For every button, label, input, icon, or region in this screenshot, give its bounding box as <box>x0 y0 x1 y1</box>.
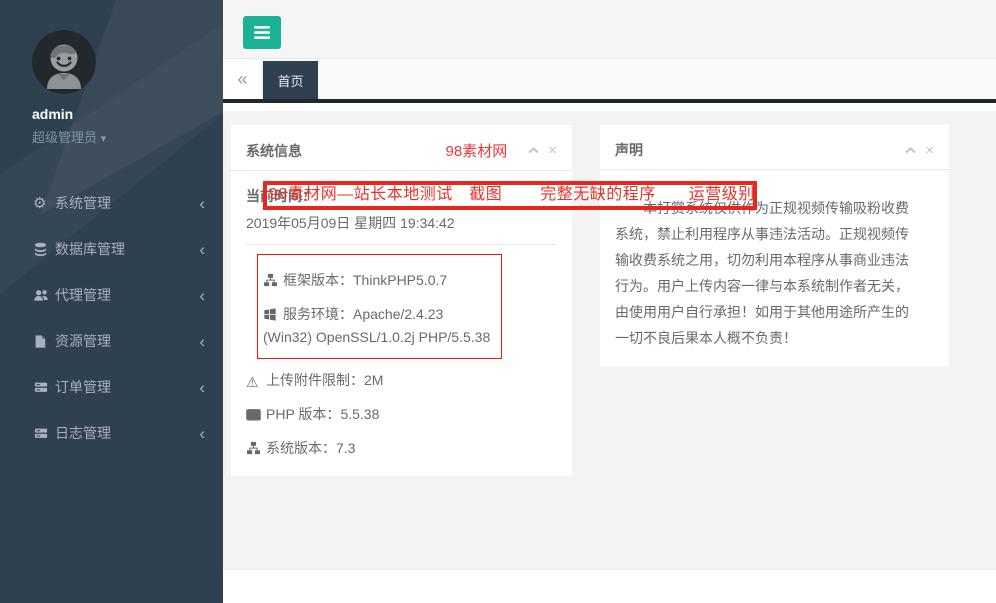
panel-system-info: 系统信息 98素材网 × 当前时间： 2019年05月09日 星期四 19:34… <box>231 125 572 476</box>
hamburger-icon <box>254 26 270 39</box>
chevron-left-icon: ‹ <box>199 195 205 212</box>
panel-header: 系统信息 98素材网 × <box>231 125 572 171</box>
sidebar-item-label: 数据库管理 <box>55 239 199 259</box>
sidebar-item-logs[interactable]: 日志管理 ‹ <box>0 410 223 456</box>
chevron-left-icon: ‹ <box>199 287 205 304</box>
info-value: 5.5.38 <box>340 406 379 422</box>
sidebar-item-label: 订单管理 <box>55 377 199 397</box>
sidebar-item-resources[interactable]: 资源管理 ‹ <box>0 318 223 364</box>
system-info-body: 当前时间： 2019年05月09日 星期四 19:34:42 框架版本：Thin… <box>231 171 572 476</box>
users-icon <box>33 288 55 303</box>
sidebar-item-system[interactable]: ⚙ 系统管理 ‹ <box>0 180 223 226</box>
file-icon <box>33 334 55 349</box>
credit-card-icon <box>246 406 266 427</box>
info-row-version: 系统版本：7.3 <box>246 438 557 461</box>
sidebar-item-label: 资源管理 <box>55 331 199 351</box>
sitemap-icon <box>263 272 283 293</box>
windows-icon <box>263 306 283 327</box>
tab-label: 首页 <box>277 71 303 90</box>
user-role-dropdown[interactable]: 超级管理员 ▾ <box>32 127 223 146</box>
sidebar-nav: ⚙ 系统管理 ‹ 数据库管理 ‹ 代理管理 ‹ 资源管理 ‹ <box>0 180 223 456</box>
stack-icon <box>33 380 55 394</box>
chevron-left-icon: ‹ <box>199 241 205 258</box>
statement-text: 本打赏系统仅供作为正规视频传输吸粉收费系统，禁止利用程序从事违法活动。正规视频传… <box>615 195 915 351</box>
panel-title: 系统信息 <box>246 141 446 161</box>
sidebar-item-database[interactable]: 数据库管理 ‹ <box>0 226 223 272</box>
page-footer <box>223 569 996 602</box>
warning-icon: ⚠ <box>246 372 266 393</box>
info-row-framework: 框架版本：ThinkPHP5.0.7 <box>263 270 495 293</box>
tabs-scroll-left-button[interactable]: « <box>223 59 263 99</box>
stack-icon <box>33 426 55 440</box>
info-row-php: PHP 版本：5.5.38 <box>246 404 557 427</box>
user-profile: admin 超级管理员 ▾ <box>0 0 223 170</box>
info-label: 服务环境： <box>283 306 353 322</box>
sidebar-item-agents[interactable]: 代理管理 ‹ <box>0 272 223 318</box>
angles-left-icon: « <box>237 69 247 90</box>
panel-title: 声明 <box>615 140 896 160</box>
database-icon <box>33 242 55 257</box>
user-role-label: 超级管理员 <box>32 130 97 145</box>
info-value: 7.3 <box>336 440 355 456</box>
sitemap-icon <box>246 440 266 461</box>
watermark-text: 98素材网 <box>446 140 508 161</box>
info-value: 2M <box>364 372 383 388</box>
annotation-banner: 98素材网—站长本地测试 截图 完整无缺的程序 运营级别 <box>263 181 757 210</box>
info-label: 上传附件限制： <box>266 372 364 388</box>
close-icon[interactable]: × <box>548 143 557 158</box>
gear-icon: ⚙ <box>33 194 55 212</box>
top-bar <box>223 0 996 59</box>
avatar[interactable] <box>32 30 96 94</box>
info-label: 系统版本： <box>266 440 336 456</box>
annotation-box: 框架版本：ThinkPHP5.0.7 服务环境：Apache/2.4.23 (W… <box>257 254 502 359</box>
main-area: « 首页 98素材网—站长本地测试 截图 完整无缺的程序 运营级别 系统信息 9… <box>223 0 996 603</box>
divider <box>246 244 557 245</box>
tab-home[interactable]: 首页 <box>263 61 318 99</box>
info-row-upload: ⚠上传附件限制：2M <box>246 370 557 393</box>
tab-bar: « 首页 <box>223 59 996 103</box>
content-area: 98素材网—站长本地测试 截图 完整无缺的程序 运营级别 系统信息 98素材网 … <box>223 103 996 569</box>
username: admin <box>32 106 223 122</box>
close-icon[interactable]: × <box>925 143 934 158</box>
current-time-value: 2019年05月09日 星期四 19:34:42 <box>246 213 557 233</box>
chevron-left-icon: ‹ <box>199 333 205 350</box>
sidebar-item-label: 系统管理 <box>55 193 199 213</box>
chevron-left-icon: ‹ <box>199 425 205 442</box>
collapse-icon[interactable] <box>905 147 916 154</box>
info-row-server: 服务环境：Apache/2.4.23 (Win32) OpenSSL/1.0.2… <box>263 304 495 348</box>
info-label: PHP 版本： <box>266 406 340 422</box>
chevron-left-icon: ‹ <box>199 379 205 396</box>
sidebar-item-orders[interactable]: 订单管理 ‹ <box>0 364 223 410</box>
info-value: ThinkPHP5.0.7 <box>353 272 447 288</box>
collapse-icon[interactable] <box>528 147 539 154</box>
info-label: 框架版本： <box>283 272 353 288</box>
panel-statement: 声明 × 本打赏系统仅供作为正规视频传输吸粉收费系统，禁止利用程序从事违法活动。… <box>600 125 949 366</box>
sidebar-toggle-button[interactable] <box>243 16 281 49</box>
sidebar-item-label: 代理管理 <box>55 285 199 305</box>
panel-header: 声明 × <box>600 125 949 170</box>
caret-down-icon: ▾ <box>101 133 107 145</box>
sidebar: admin 超级管理员 ▾ ⚙ 系统管理 ‹ 数据库管理 ‹ 代理管理 ‹ <box>0 0 223 603</box>
sidebar-item-label: 日志管理 <box>55 423 199 443</box>
